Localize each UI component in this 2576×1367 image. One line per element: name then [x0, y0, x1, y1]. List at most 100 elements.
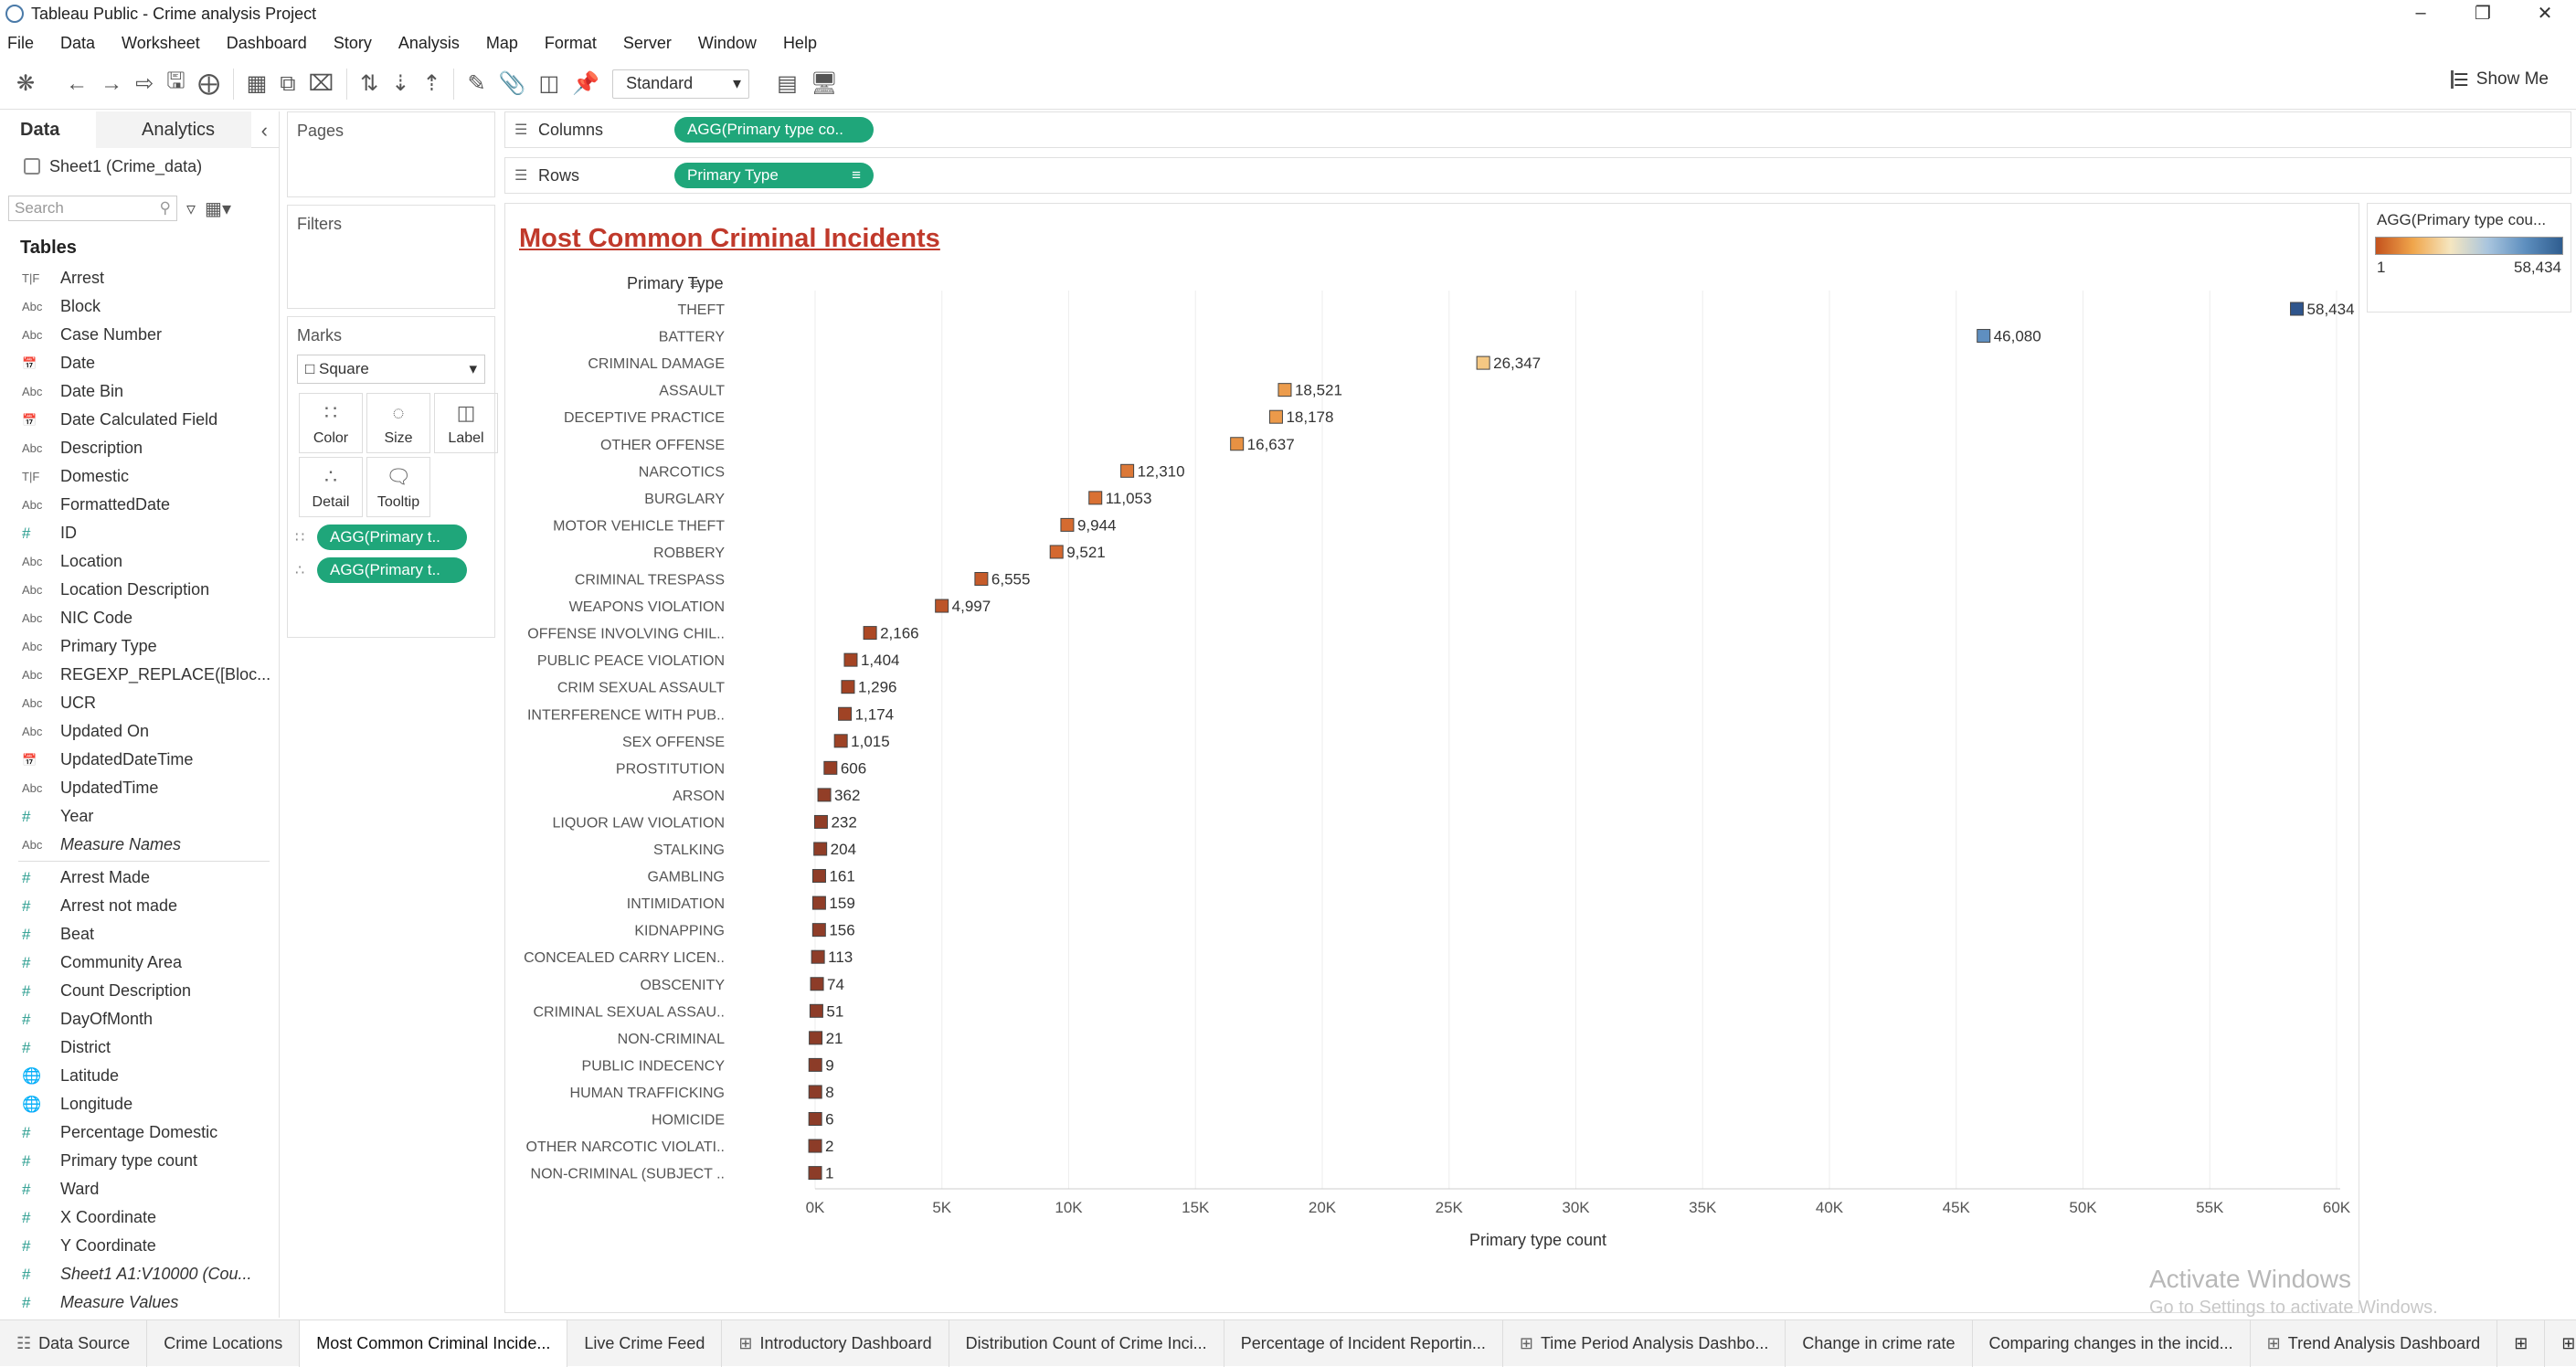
new-datasource-icon[interactable]: ⨁	[198, 69, 220, 100]
field-item[interactable]: Abc REGEXP_REPLACE([Bloc...	[0, 661, 279, 689]
field-item[interactable]: # District	[0, 1033, 279, 1062]
data-point[interactable]	[811, 923, 826, 938]
field-item[interactable]: Abc Measure Names	[0, 831, 279, 859]
data-point[interactable]	[863, 626, 877, 641]
field-item[interactable]: 🌐 Latitude	[0, 1062, 279, 1090]
tab-analytics[interactable]: Analytics	[96, 111, 251, 148]
field-item[interactable]: Abc Location	[0, 547, 279, 576]
data-point[interactable]	[808, 1112, 822, 1126]
field-item[interactable]: Abc NIC Code	[0, 604, 279, 632]
detail-button[interactable]: ∴ Detail	[299, 457, 363, 517]
menu-dashboard[interactable]: Dashboard	[227, 34, 307, 53]
field-item[interactable]: # Arrest Made	[0, 864, 279, 892]
data-point[interactable]	[1088, 491, 1103, 505]
label-icon[interactable]: ◫	[538, 69, 559, 100]
new-dashboard-icon[interactable]: ⊞	[2545, 1320, 2576, 1367]
data-point[interactable]	[1277, 383, 1292, 397]
data-point[interactable]	[2290, 302, 2305, 316]
data-point[interactable]	[808, 1166, 822, 1181]
sort-ascending-icon[interactable]: ⇣	[391, 69, 409, 100]
new-worksheet-icon[interactable]: ▦	[247, 69, 268, 100]
field-item[interactable]: # X Coordinate	[0, 1203, 279, 1232]
mark-type-select[interactable]: □ Square ▾	[297, 355, 485, 384]
field-item[interactable]: # DayOfMonth	[0, 1005, 279, 1033]
data-point[interactable]	[808, 1139, 822, 1153]
menu-file[interactable]: File	[7, 34, 34, 53]
field-item[interactable]: Abc FormattedDate	[0, 491, 279, 519]
data-point[interactable]	[809, 1031, 823, 1045]
field-item[interactable]: # Primary type count	[0, 1147, 279, 1175]
new-worksheet-icon[interactable]: ⊞	[2497, 1319, 2546, 1367]
data-point[interactable]	[1230, 437, 1245, 451]
sheet-tab[interactable]: Distribution Count of Crime Inci...	[949, 1319, 1224, 1367]
collapse-pane-icon[interactable]: ‹	[261, 119, 268, 143]
sheet-tab[interactable]: ⊞ Introductory Dashboard	[722, 1319, 949, 1367]
highlight-icon[interactable]: ✎	[467, 69, 485, 100]
data-point[interactable]	[809, 1003, 823, 1018]
field-item[interactable]: # Count Description	[0, 977, 279, 1005]
menu-format[interactable]: Format	[545, 34, 597, 53]
group-icon[interactable]: 📎	[499, 69, 526, 100]
search-input[interactable]: Search ⚲	[8, 196, 177, 221]
field-item[interactable]: Abc Date Bin	[0, 377, 279, 406]
fit-select[interactable]: Standard ▾	[612, 69, 750, 99]
data-point[interactable]	[1977, 329, 1991, 344]
sheet-tab[interactable]: Comparing changes in the incid...	[1973, 1319, 2251, 1367]
columns-shelf[interactable]: ☰ Columns AGG(Primary type co..	[504, 111, 2571, 148]
redo-icon[interactable]: →	[101, 69, 122, 100]
color-button[interactable]: ∷ Color	[299, 393, 363, 453]
menu-worksheet[interactable]: Worksheet	[122, 34, 200, 53]
data-point[interactable]	[811, 895, 826, 910]
view-options-icon[interactable]: ▦▾	[205, 197, 231, 220]
data-point[interactable]	[823, 760, 838, 775]
sort-descending-icon[interactable]: ⇡	[422, 69, 440, 100]
sheet-tab[interactable]: Percentage of Incident Reportin...	[1224, 1319, 1503, 1367]
menu-data[interactable]: Data	[60, 34, 95, 53]
field-item[interactable]: 📅 Date Calculated Field	[0, 406, 279, 434]
filters-shelf[interactable]: Filters	[287, 205, 495, 309]
rows-shelf[interactable]: ☰ Rows Primary Type ≡	[504, 157, 2571, 194]
field-item[interactable]: 🌐 Longitude	[0, 1090, 279, 1118]
data-point[interactable]	[813, 842, 828, 856]
columns-pill[interactable]: AGG(Primary type co..	[674, 117, 874, 143]
field-item[interactable]: # Beat	[0, 920, 279, 948]
field-item[interactable]: Abc Updated On	[0, 717, 279, 746]
field-item[interactable]: # Y Coordinate	[0, 1232, 279, 1260]
duplicate-sheet-icon[interactable]: ⧉	[280, 69, 295, 100]
datasource-item[interactable]: Sheet1 (Crime_data)	[0, 148, 279, 185]
data-point[interactable]	[974, 572, 989, 586]
undo-icon[interactable]: ←	[66, 69, 88, 100]
field-item[interactable]: # Measure Values	[0, 1288, 279, 1317]
field-item[interactable]: # Year	[0, 802, 279, 831]
data-point[interactable]	[1476, 355, 1490, 370]
field-item[interactable]: Abc Location Description	[0, 576, 279, 604]
detail-field-pill[interactable]: AGG(Primary t..	[317, 557, 467, 583]
field-item[interactable]: T|F Domestic	[0, 462, 279, 491]
field-item[interactable]: 📅 Date	[0, 349, 279, 377]
data-point[interactable]	[1049, 545, 1064, 559]
pin-icon[interactable]: 📌	[572, 69, 599, 100]
data-point[interactable]	[808, 1085, 822, 1099]
data-point[interactable]	[843, 652, 858, 667]
tab-data[interactable]: Data	[0, 111, 96, 148]
pages-shelf[interactable]: Pages	[287, 111, 495, 197]
sheet-tab[interactable]: Crime Locations	[147, 1319, 301, 1367]
field-item[interactable]: Abc Primary Type	[0, 632, 279, 661]
field-item[interactable]: 📅 UpdatedDateTime	[0, 746, 279, 774]
color-legend[interactable]: AGG(Primary type cou... 1 58,434	[2367, 203, 2571, 313]
sheet-tab[interactable]: Change in crime rate	[1786, 1319, 1973, 1367]
menu-analysis[interactable]: Analysis	[398, 34, 460, 53]
data-point[interactable]	[838, 706, 853, 721]
minimize-icon[interactable]: –	[2390, 0, 2452, 26]
data-point[interactable]	[808, 1057, 822, 1072]
field-item[interactable]: # Percentage Domestic	[0, 1118, 279, 1147]
menu-map[interactable]: Map	[486, 34, 518, 53]
filter-icon[interactable]: ▿	[186, 197, 196, 220]
sheet-tab[interactable]: Most Common Criminal Incide...	[300, 1319, 568, 1367]
sheet-tab[interactable]: ⊞ Time Period Analysis Dashbo...	[1503, 1319, 1786, 1367]
menu-story[interactable]: Story	[334, 34, 372, 53]
clear-sheet-icon[interactable]: ⌧	[309, 69, 334, 100]
data-point[interactable]	[1120, 463, 1135, 478]
sheet-tab[interactable]: ☷ Data Source	[0, 1319, 148, 1367]
swap-icon[interactable]: ⇅	[360, 69, 378, 100]
